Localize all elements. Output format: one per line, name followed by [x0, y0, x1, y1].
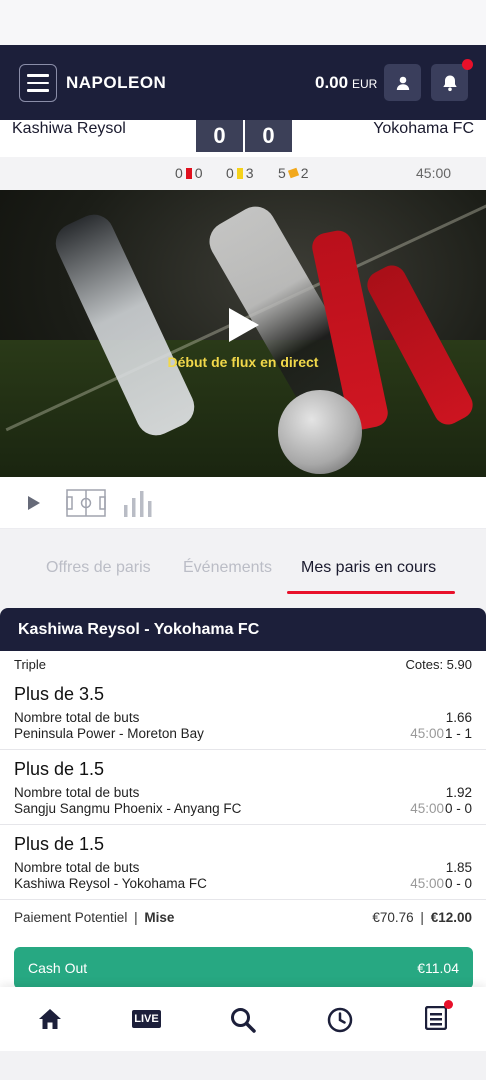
play-stream-icon[interactable] — [27, 495, 41, 511]
pitch-view-icon[interactable] — [66, 489, 106, 517]
payout-values: €70.76 | €12.00 — [372, 910, 472, 925]
tab-events[interactable]: Événements — [183, 559, 272, 577]
yellow-card-icon — [236, 167, 243, 179]
user-icon — [396, 76, 409, 90]
red-cards-home: 0 — [175, 165, 183, 181]
menu-icon-bar — [27, 74, 49, 77]
scoreboard: Kashiwa Reysol 0 0 Yokohama FC — [0, 120, 486, 157]
corner-flag-icon — [287, 167, 299, 179]
bet-type: Triple — [14, 657, 47, 672]
active-tab-indicator — [287, 591, 455, 594]
stream-status-text: Début de flux en direct — [167, 354, 319, 370]
corners-away: 2 — [300, 165, 309, 181]
bell-icon — [442, 75, 457, 91]
home-icon[interactable] — [38, 1008, 62, 1030]
play-icon[interactable] — [227, 306, 261, 344]
betslip-icon — [424, 1005, 448, 1031]
betslip-button[interactable] — [424, 1000, 453, 1032]
open-bet-card: Kashiwa Reysol - Yokohama FC Triple Cote… — [0, 608, 486, 998]
corners-home: 5 — [278, 165, 286, 181]
selection-score: 1 - 1 — [444, 726, 472, 741]
account-button[interactable] — [384, 64, 421, 101]
home-score: 0 — [196, 120, 243, 152]
selection-time: 45:00 — [410, 801, 444, 816]
red-card-icon — [185, 167, 192, 179]
top-header: NAPOLEON 0.00 EUR — [0, 45, 486, 120]
bet-selection: Plus de 1.5 Nombre total de buts 1.85 Ka… — [0, 825, 486, 900]
match-clock: 45:00 — [416, 165, 452, 181]
system-bottom-area — [0, 1051, 486, 1080]
red-cards-stat: 0 0 — [175, 165, 203, 181]
payout-value: €70.76 — [372, 910, 414, 925]
brand-logo[interactable]: NAPOLEON — [66, 73, 166, 93]
total-odds: Cotes: 5.90 — [405, 657, 473, 672]
bet-card-title: Kashiwa Reysol - Yokohama FC — [0, 608, 486, 651]
tab-bet-offers[interactable]: Offres de paris — [46, 559, 151, 577]
statistics-icon[interactable] — [124, 491, 154, 517]
payout-separator: | — [420, 910, 424, 925]
selection-match: Kashiwa Reysol - Yokohama FC — [14, 876, 207, 891]
match-stats: 0 0 0 3 5 2 45:00 — [0, 157, 486, 190]
selection-odd: 1.85 — [445, 860, 472, 875]
bet-tabs: Offres de paris Événements Mes paris en … — [0, 530, 486, 608]
selection-match: Sangju Sangmu Phoenix - Anyang FC — [14, 801, 242, 816]
selection-market: Nombre total de buts — [14, 785, 140, 800]
search-icon[interactable] — [230, 1007, 256, 1033]
menu-icon-bar — [27, 89, 49, 92]
payout-separator: | — [134, 910, 138, 925]
status-area — [0, 0, 486, 45]
football-image — [278, 390, 362, 474]
cash-out-button[interactable]: Cash Out €11.04 — [14, 947, 473, 989]
tab-my-open-bets[interactable]: Mes paris en cours — [301, 559, 436, 577]
balance-amount: 0.00 — [315, 73, 349, 92]
selection-time: 45:00 — [410, 726, 444, 741]
corners-stat: 5 2 — [278, 165, 309, 181]
menu-icon-bar — [27, 81, 49, 85]
bet-selection: Plus de 3.5 Nombre total de buts 1.66 Pe… — [0, 675, 486, 750]
yellow-cards-away: 3 — [245, 165, 254, 181]
selection-market: Nombre total de buts — [14, 860, 140, 875]
selection-odd: 1.66 — [445, 710, 472, 725]
payout-labels: Paiement Potentiel | Mise — [14, 910, 174, 925]
home-team-name: Kashiwa Reysol — [12, 120, 126, 137]
selection-score: 0 - 0 — [444, 801, 472, 816]
live-stream-player[interactable]: Début de flux en direct — [0, 190, 486, 477]
history-clock-icon[interactable] — [327, 1007, 353, 1033]
notifications-button[interactable] — [431, 59, 473, 101]
cash-out-label: Cash Out — [28, 960, 88, 976]
betslip-badge — [444, 1000, 453, 1009]
bet-selection: Plus de 1.5 Nombre total de buts 1.92 Sa… — [0, 750, 486, 825]
payout-label: Paiement Potentiel — [14, 910, 128, 925]
selection-name: Plus de 3.5 — [14, 684, 105, 704]
selection-match: Peninsula Power - Moreton Bay — [14, 726, 204, 741]
selection-name: Plus de 1.5 — [14, 834, 105, 854]
selection-score: 0 - 0 — [444, 876, 472, 891]
payout-row: Paiement Potentiel | Mise €70.76 | €12.0… — [0, 900, 486, 936]
red-cards-away: 0 — [194, 165, 203, 181]
yellow-cards-stat: 0 3 — [226, 165, 254, 181]
bottom-navigation: LIVE — [0, 987, 486, 1051]
notification-badge — [462, 59, 473, 70]
away-team-name: Yokohama FC — [373, 120, 474, 137]
bet-type-row: Triple Cotes: 5.90 — [0, 651, 486, 675]
selection-name: Plus de 1.5 — [14, 759, 105, 779]
cash-out-value: €11.04 — [417, 960, 459, 976]
selection-time: 45:00 — [410, 876, 444, 891]
yellow-cards-home: 0 — [226, 165, 234, 181]
media-view-tabs — [0, 477, 486, 529]
menu-button[interactable] — [19, 64, 57, 102]
away-score: 0 — [245, 120, 292, 152]
selection-market: Nombre total de buts — [14, 710, 140, 725]
stake-label: Mise — [144, 910, 175, 925]
balance-currency: EUR — [352, 77, 378, 91]
stake-value: €12.00 — [430, 910, 472, 925]
live-nav-button[interactable]: LIVE — [132, 1010, 161, 1028]
selection-odd: 1.92 — [445, 785, 472, 800]
